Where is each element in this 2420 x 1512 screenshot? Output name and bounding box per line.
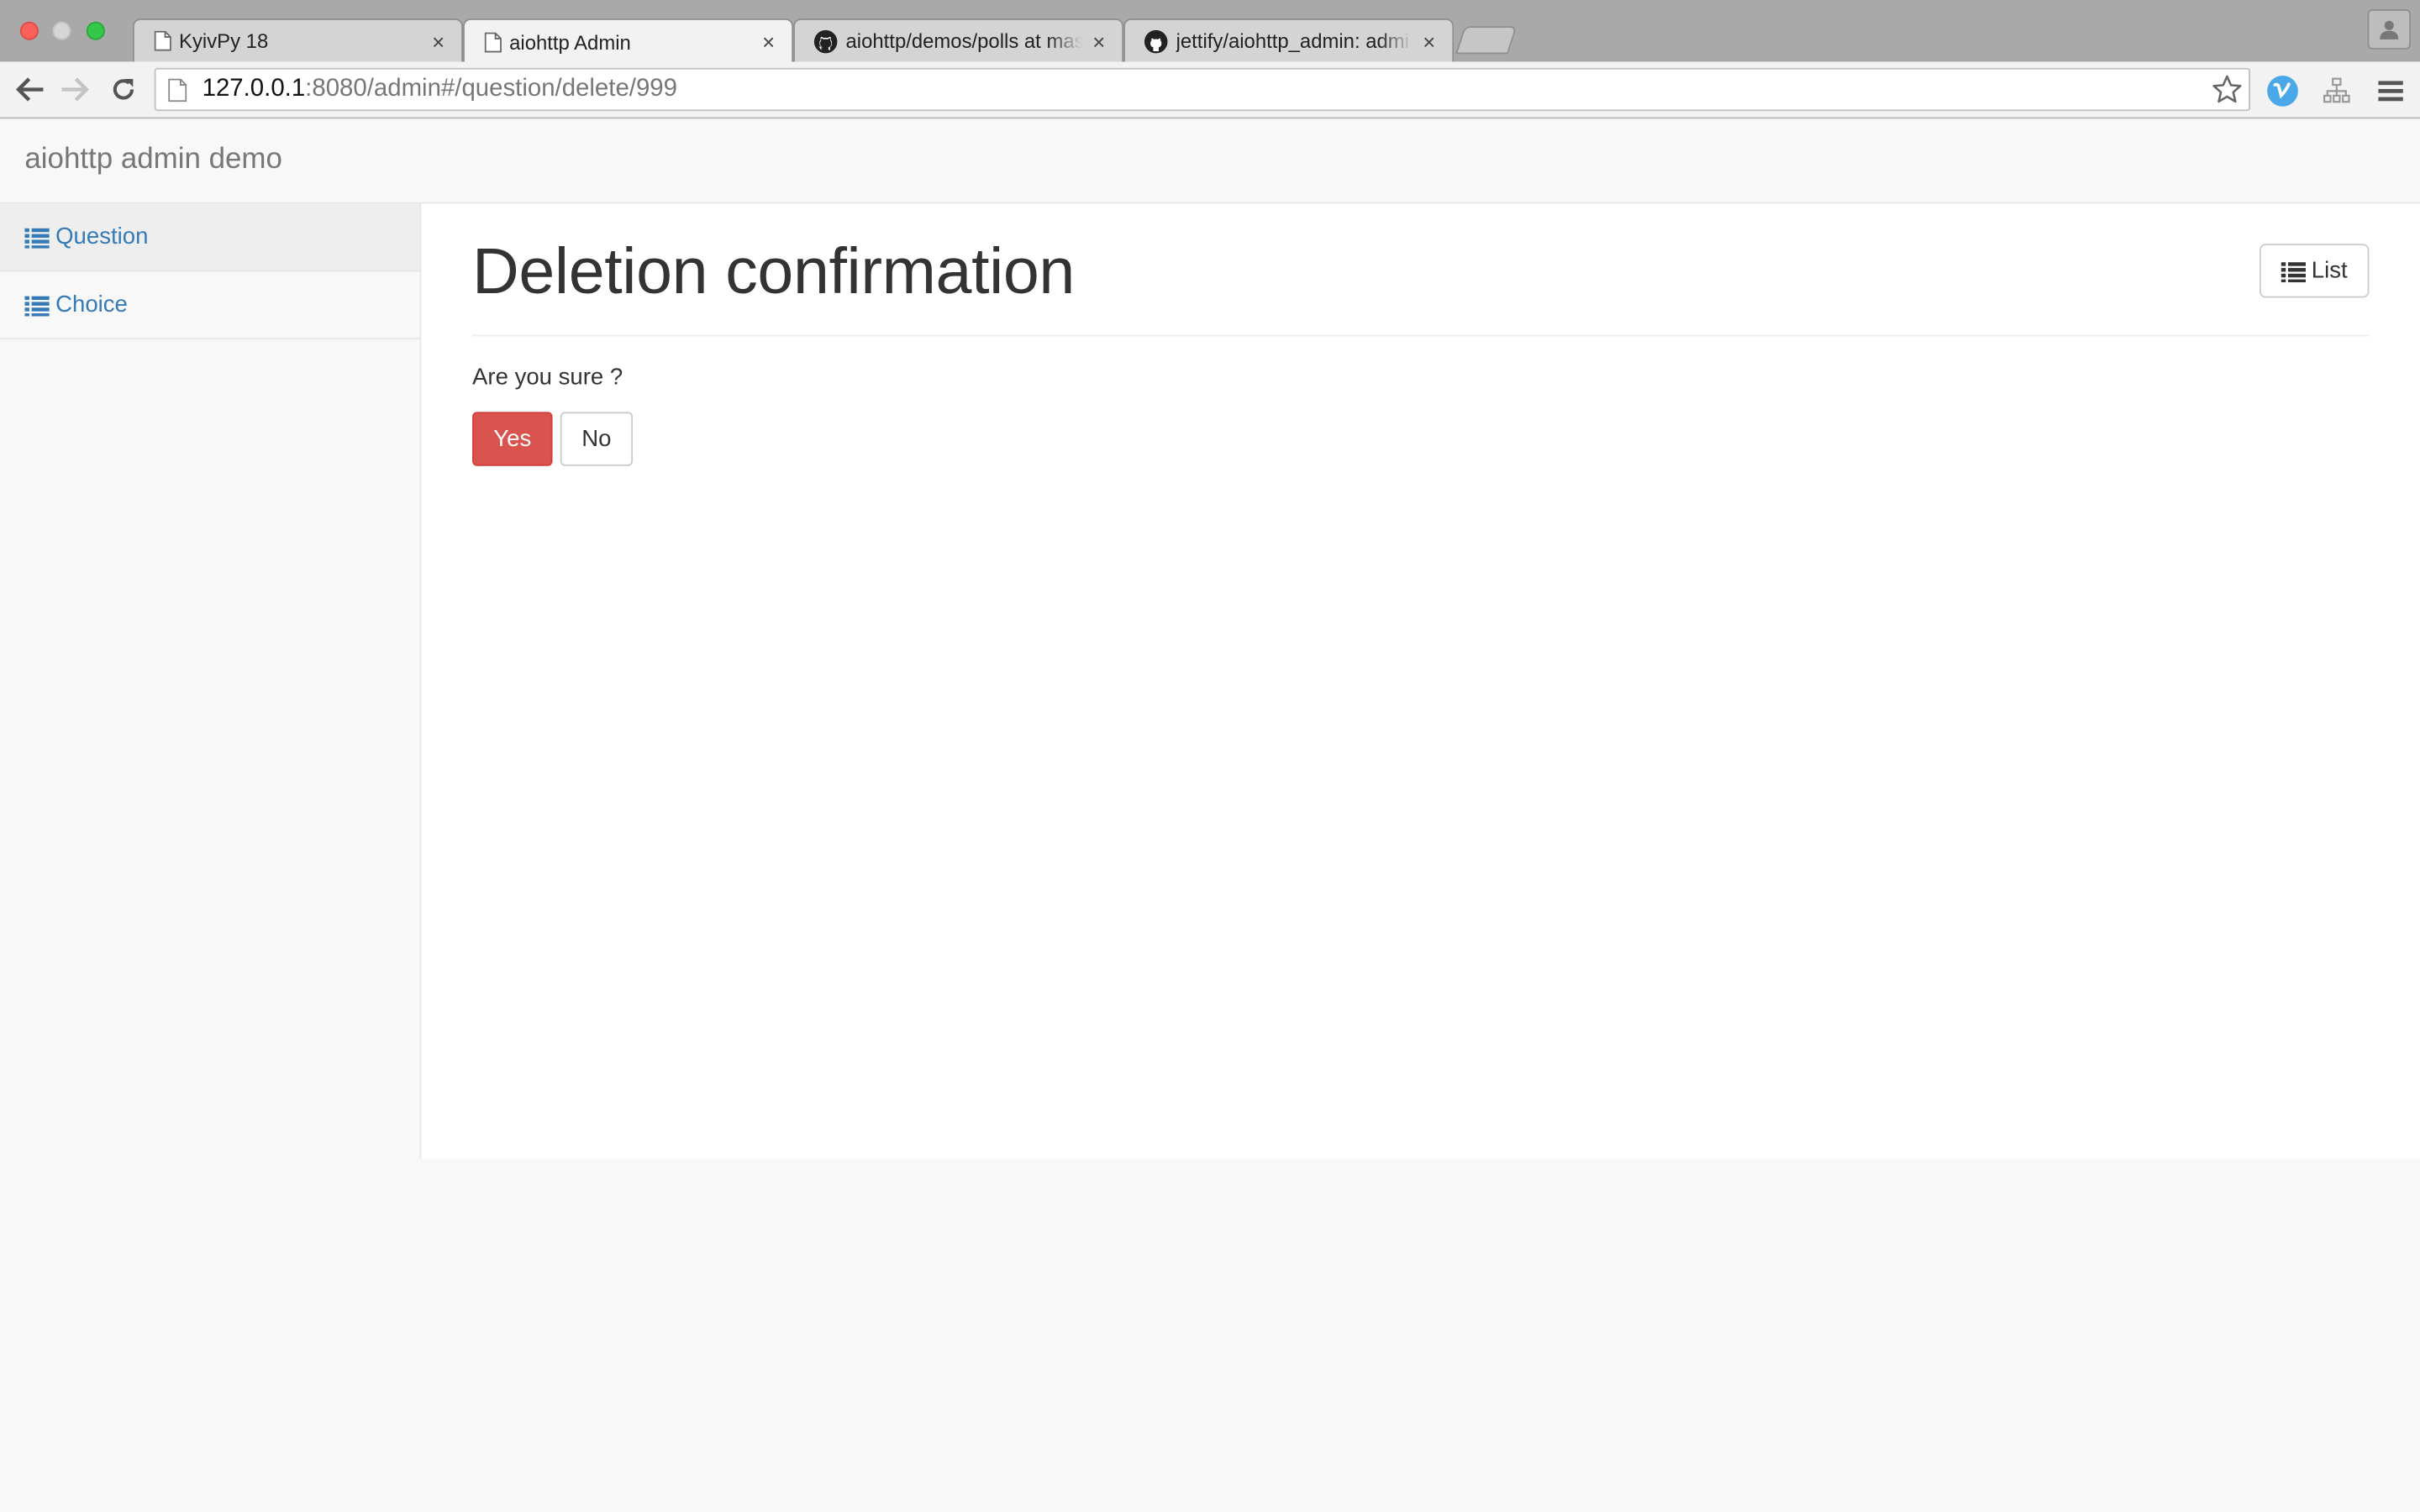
page-title: Deletion confirmation (472, 234, 1075, 307)
page-icon (483, 31, 502, 53)
sidebar-item-question[interactable]: Question (0, 203, 420, 272)
main-content: Deletion confirmation List Are you sure … (421, 203, 2420, 1159)
forward-button[interactable] (60, 74, 92, 105)
sidebar-item-label: Choice (55, 291, 128, 318)
tab-title: aiohttp Admin (509, 29, 631, 54)
window-minimize-button[interactable] (52, 21, 71, 40)
navbar-brand[interactable]: aiohttp admin demo (24, 142, 282, 179)
browser-tab-aiohttp-admin[interactable]: aiohttp Admin × (463, 18, 794, 64)
reload-icon (113, 79, 134, 100)
list-icon (24, 227, 50, 248)
forward-arrow-icon (61, 77, 89, 102)
list-icon (24, 295, 50, 316)
tab-title: KyivPy 18 (179, 29, 269, 53)
page-icon (153, 30, 171, 52)
reload-button[interactable] (108, 74, 139, 105)
no-button[interactable]: No (560, 412, 634, 466)
tab-title: jettify/aiohttp_admin: admi (1176, 29, 1413, 53)
window-close-button[interactable] (19, 21, 39, 40)
hamburger-menu-icon (2378, 81, 2403, 102)
list-button[interactable]: List (2259, 244, 2370, 298)
page-icon (168, 77, 187, 102)
sidebar-item-label: Question (55, 223, 149, 250)
browser-tab-kyivpy[interactable]: KyivPy 18 × (132, 18, 464, 62)
back-arrow-icon (15, 77, 44, 102)
close-icon[interactable]: × (1088, 29, 1110, 53)
profile-button[interactable] (2367, 9, 2411, 50)
sidebar: Question Choice (0, 203, 422, 1159)
confirmation-question: Are you sure ? (472, 364, 623, 391)
person-icon (2380, 20, 2399, 39)
vimeo-extension-icon (2267, 76, 2298, 107)
app-navbar: aiohttp admin demo (0, 118, 2420, 204)
address-path: :8080/admin#/question/delete/999 (305, 76, 677, 102)
yes-button[interactable]: Yes (472, 412, 553, 466)
extension-button[interactable] (2320, 74, 2354, 108)
browser-tab-jettify-aiohttp-admin[interactable]: jettify/aiohttp_admin: admi × (1123, 18, 1455, 62)
extension-button[interactable] (2265, 74, 2299, 108)
browser-toolbar: 127.0.0.1:8080/admin#/question/delete/99… (0, 61, 2420, 119)
browser-window: KyivPy 18 × aiohttp Admin × aiohttp/demo… (0, 0, 2420, 1512)
sitemap-extension-icon (2323, 77, 2350, 103)
back-button[interactable] (14, 74, 45, 105)
address-url: 127.0.0.1:8080/admin#/question/delete/99… (203, 76, 677, 103)
close-icon[interactable]: × (758, 29, 780, 54)
list-button-label: List (2311, 257, 2348, 284)
page-header: Deletion confirmation List (472, 203, 2370, 337)
tab-strip: KyivPy 18 × aiohttp Admin × aiohttp/demo… (0, 0, 2420, 64)
address-bar[interactable]: 127.0.0.1:8080/admin#/question/delete/99… (154, 67, 2250, 112)
tab-title: aiohttp/demos/polls at mas (845, 29, 1082, 53)
github-icon (1144, 29, 1168, 53)
close-icon[interactable]: × (428, 29, 450, 53)
browser-tab-aiohttp-demos[interactable]: aiohttp/demos/polls at mas × (793, 18, 1124, 62)
bookmark-star-icon[interactable] (2212, 74, 2243, 105)
new-tab-button[interactable] (1455, 26, 1518, 55)
address-host: 127.0.0.1 (202, 76, 306, 102)
github-icon (813, 29, 838, 53)
close-icon[interactable]: × (1418, 29, 1440, 53)
sidebar-item-choice[interactable]: Choice (0, 271, 420, 340)
browser-menu-button[interactable] (2374, 74, 2407, 108)
list-icon (2281, 261, 2306, 282)
window-maximize-button[interactable] (86, 21, 105, 40)
